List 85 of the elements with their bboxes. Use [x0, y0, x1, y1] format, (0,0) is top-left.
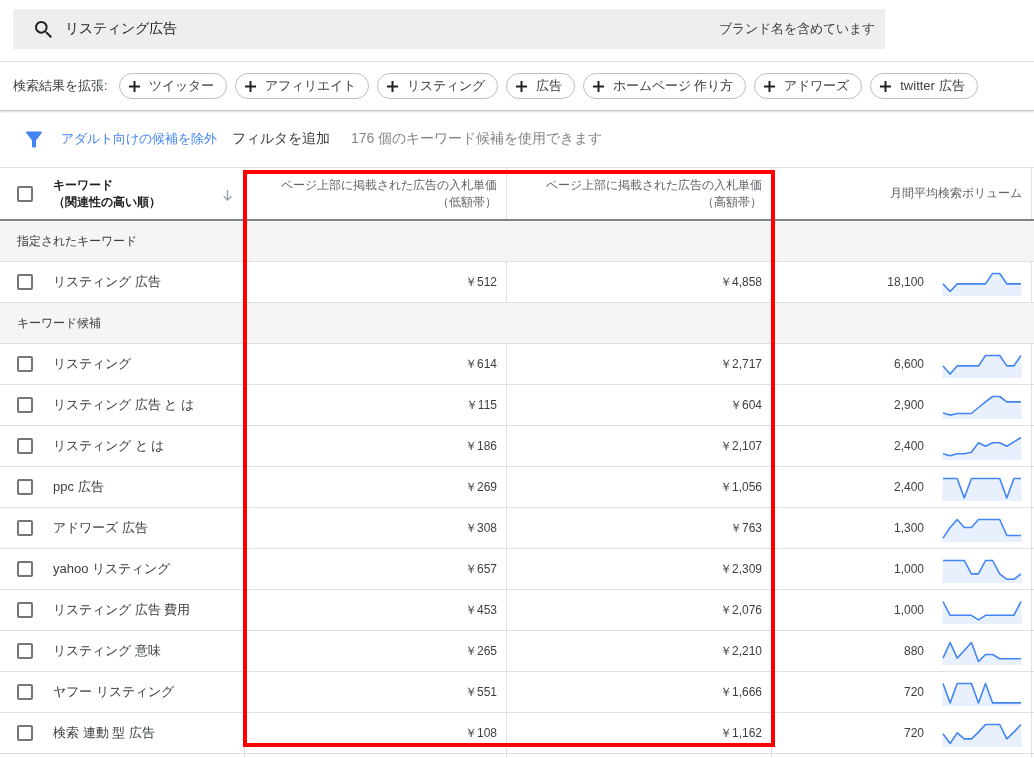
search-volume: 6,600 — [893, 357, 924, 371]
bid-amount: ￥2,309 — [719, 560, 762, 578]
bid-amount: ￥186 — [464, 437, 497, 455]
search-volume: 880 — [903, 644, 924, 658]
bid-amount: ￥604 — [729, 396, 762, 414]
bid-amount: ￥614 — [464, 355, 497, 373]
keyword-chip[interactable]: twitter 広告 — [870, 73, 978, 99]
search-volume: 720 — [903, 685, 924, 699]
bid-amount: ￥453 — [464, 601, 497, 619]
row-checkbox[interactable] — [17, 356, 33, 372]
search-volume: 1,000 — [893, 603, 924, 617]
search-volume: 18,100 — [887, 275, 924, 289]
keyword-text: yahoo リスティング — [53, 560, 171, 578]
bid-amount: ￥4,858 — [719, 273, 762, 291]
keyword-chip[interactable]: アフィリエイト — [234, 73, 369, 99]
filter-icon[interactable] — [26, 130, 42, 148]
expand-label: 検索結果を拡張: — [13, 77, 108, 95]
plus-icon — [764, 80, 776, 92]
exclude-adult-link[interactable]: アダルト向けの候補を除外 — [61, 130, 217, 148]
row-checkbox[interactable] — [17, 479, 33, 495]
bid-amount: ￥115 — [465, 396, 497, 414]
search-volume: 1,000 — [893, 562, 924, 576]
bid-amount: ￥763 — [729, 519, 762, 537]
keyword-text: リスティング 広告 — [53, 273, 161, 291]
row-checkbox[interactable] — [17, 725, 33, 741]
plus-icon — [128, 80, 140, 92]
search-volume: 2,400 — [893, 480, 924, 494]
search-input[interactable]: リスティング広告 — [65, 17, 706, 41]
search-icon — [35, 20, 52, 38]
keyword-text: ヤフー リスティング — [53, 683, 174, 701]
row-checkbox[interactable] — [17, 274, 33, 290]
bid-amount: ￥1,666 — [719, 683, 762, 701]
keyword-text: リスティング と は — [53, 437, 165, 455]
bid-amount: ￥2,210 — [719, 642, 762, 660]
row-checkbox[interactable] — [17, 643, 33, 659]
select-all-checkbox[interactable] — [17, 185, 33, 202]
row-checkbox[interactable] — [17, 602, 33, 618]
keyword-text: リスティング — [53, 355, 131, 373]
row-checkbox[interactable] — [17, 561, 33, 577]
result-count: 176 個のキーワード候補を使用できます — [351, 130, 603, 148]
bid-amount: ￥269 — [464, 478, 497, 496]
plus-icon — [592, 80, 604, 92]
add-filter-button[interactable]: フィルタを追加 — [232, 130, 330, 148]
keyword-chip[interactable]: リスティング — [376, 73, 498, 99]
section-title: キーワード候補 — [17, 314, 101, 332]
plus-icon — [880, 80, 892, 92]
row-checkbox[interactable] — [17, 438, 33, 454]
keyword-chip[interactable]: アドワーズ — [754, 73, 863, 99]
column-header[interactable]: 月間平均検索ボリューム — [890, 185, 1022, 202]
bid-amount: ￥108 — [464, 724, 497, 742]
plus-icon — [244, 80, 256, 92]
column-header[interactable]: ページ上部に掲載された広告の入札単価 （低額帯） — [281, 176, 497, 211]
search-volume: 720 — [903, 726, 924, 740]
keyword-chip[interactable]: ホームページ 作り方 — [582, 73, 747, 99]
bid-amount: ￥308 — [464, 519, 497, 537]
keyword-text: リスティング 広告 費用 — [53, 601, 191, 619]
plus-icon — [515, 80, 527, 92]
column-header[interactable]: キーワード （関連性の高い順） — [53, 176, 161, 211]
bid-amount: ￥551 — [464, 683, 497, 701]
bid-amount: ￥2,107 — [719, 437, 762, 455]
keyword-text: リスティング 意味 — [53, 642, 161, 660]
row-checkbox[interactable] — [17, 397, 33, 413]
keyword-text: アドワーズ 広告 — [53, 519, 148, 537]
column-header[interactable]: ページ上部に掲載された広告の入札単価 （高額帯） — [546, 176, 762, 211]
search-volume: 2,900 — [893, 398, 924, 412]
keyword-chip[interactable]: ツイッター — [118, 73, 227, 99]
keyword-text: リスティング 広告 と は — [53, 396, 194, 414]
search-volume: 1,300 — [893, 521, 924, 535]
search-volume: 2,400 — [893, 439, 924, 453]
bid-amount: ￥512 — [464, 273, 497, 291]
bid-amount: ￥1,162 — [719, 724, 762, 742]
search-field[interactable]: リスティング広告 ブランド名を含めています — [13, 9, 885, 49]
bid-amount: ￥2,076 — [719, 601, 762, 619]
brand-filter-button[interactable]: ブランド名を含めています — [719, 20, 875, 38]
bid-amount: ￥1,056 — [719, 478, 762, 496]
keyword-chip[interactable]: 広告 — [505, 73, 575, 99]
bid-amount: ￥657 — [464, 560, 497, 578]
section-title: 指定されたキーワード — [17, 232, 137, 250]
keyword-text: 検索 連動 型 広告 — [53, 724, 155, 742]
row-checkbox[interactable] — [17, 684, 33, 700]
bid-amount: ￥265 — [464, 642, 497, 660]
bid-amount: ￥2,717 — [719, 355, 762, 373]
keyword-text: ppc 広告 — [53, 478, 104, 496]
row-checkbox[interactable] — [17, 520, 33, 536]
plus-icon — [386, 80, 398, 92]
